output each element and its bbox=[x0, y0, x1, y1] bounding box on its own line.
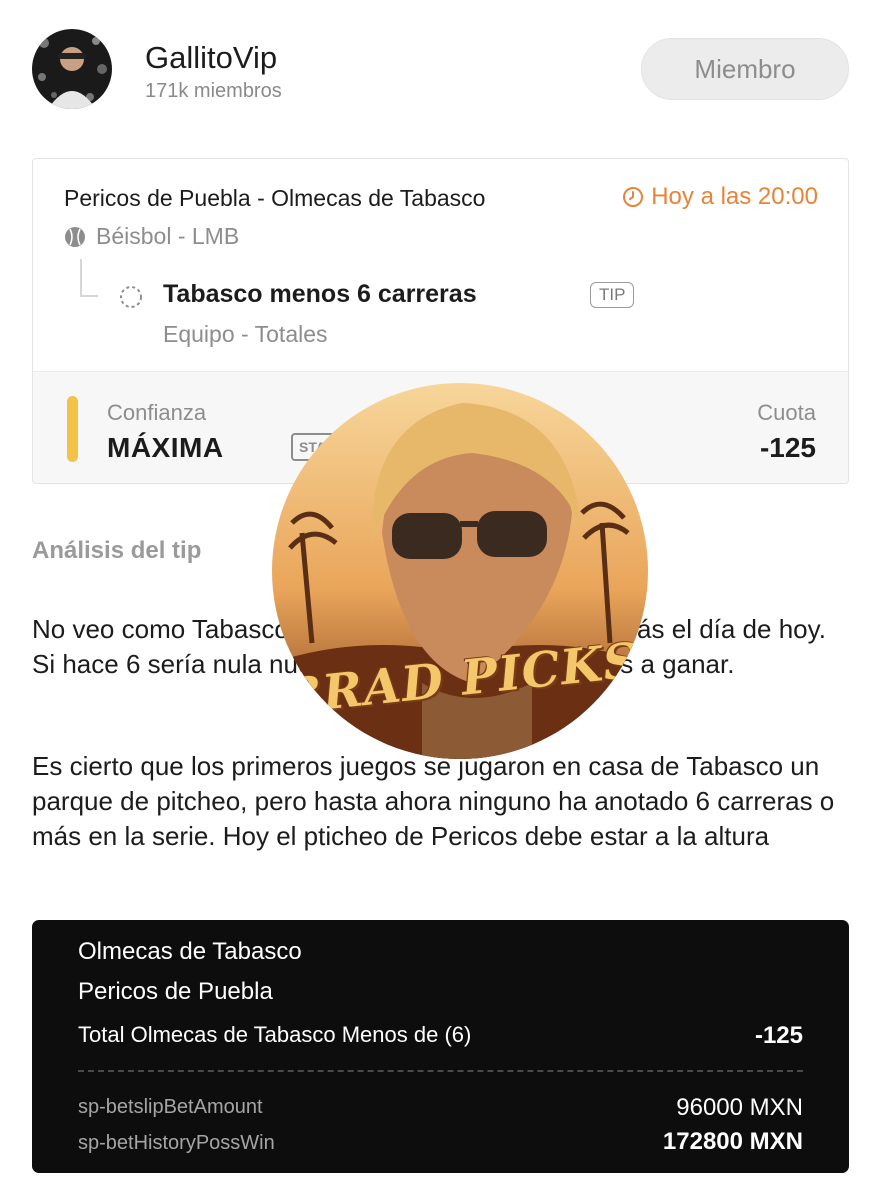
member-count: 171k miembros bbox=[145, 80, 282, 102]
odds-value: -125 bbox=[759, 432, 816, 463]
slip-divider bbox=[78, 1070, 803, 1072]
bet-amount-value: 96000 MXN bbox=[676, 1094, 803, 1121]
channel-avatar[interactable] bbox=[32, 29, 112, 109]
tree-connector bbox=[80, 259, 98, 297]
avatar-image bbox=[32, 29, 112, 109]
tip-card: Pericos de Puebla - Olmecas de Tabasco H… bbox=[32, 158, 849, 484]
analysis-heading: Análisis del tip bbox=[32, 537, 202, 564]
market-label: Equipo - Totales bbox=[163, 321, 328, 347]
channel-header: GallitoVip 171k miembros Miembro bbox=[0, 0, 881, 140]
kickoff-time: Hoy a las 20:00 bbox=[622, 183, 818, 211]
possible-win-value: 172800 MXN bbox=[662, 1128, 803, 1155]
kickoff-label: Hoy a las 20:00 bbox=[651, 183, 818, 210]
analysis-paragraph: No veo como Tabasco pueda fabricar 6 car… bbox=[32, 614, 826, 679]
confidence-label: Confianza bbox=[107, 400, 207, 425]
sport-label: Béisbol - LMB bbox=[96, 223, 240, 249]
clock-icon bbox=[623, 187, 644, 207]
analysis-paragraph: Es cierto que los primeros juegos se jug… bbox=[32, 751, 835, 851]
slip-team-2: Pericos de Puebla bbox=[78, 978, 273, 1005]
confidence-odds-footer: Confianza MÁXIMA STAKE 10 Cuota -125 bbox=[33, 371, 848, 483]
confidence-indicator bbox=[67, 396, 78, 462]
baseball-icon bbox=[65, 226, 85, 247]
confidence-value: MÁXIMA bbox=[107, 432, 224, 463]
sport-league: Béisbol - LMB bbox=[64, 223, 239, 250]
betslip-card: Olmecas de Tabasco Pericos de Puebla Tot… bbox=[32, 920, 849, 1173]
member-button[interactable]: Miembro bbox=[641, 38, 849, 100]
match-title: Pericos de Puebla - Olmecas de Tabasco bbox=[64, 185, 486, 211]
slip-selection: Total Olmecas de Tabasco Menos de (6) bbox=[78, 1022, 472, 1047]
possible-win-label: sp-betHistoryPossWin bbox=[78, 1132, 275, 1154]
odds-label: Cuota bbox=[757, 400, 816, 425]
stake-badge: STAKE 10 bbox=[291, 433, 373, 461]
tip-tag: TIP bbox=[590, 282, 635, 308]
pick-label: Tabasco menos 6 carreras bbox=[163, 280, 477, 308]
slip-odds: -125 bbox=[754, 1022, 803, 1049]
pending-status-icon bbox=[120, 286, 142, 308]
channel-name: GallitoVip bbox=[145, 40, 278, 75]
bet-amount-label: sp-betslipBetAmount bbox=[78, 1096, 263, 1118]
slip-team-1: Olmecas de Tabasco bbox=[78, 938, 302, 965]
